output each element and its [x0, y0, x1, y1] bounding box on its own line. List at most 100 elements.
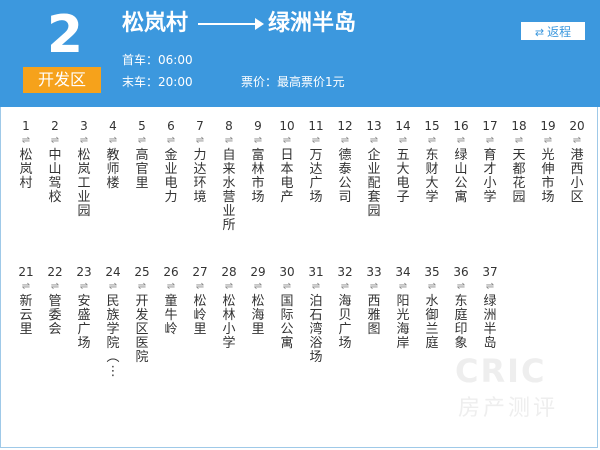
stop-item[interactable]: 37 ⇌ 绿洲半岛: [477, 265, 503, 351]
stop-item[interactable]: 12 ⇌ 德泰公司: [332, 119, 358, 205]
stop-name: 光伸市场: [541, 148, 555, 205]
bidirectional-icon: ⇌: [166, 281, 176, 292]
stop-item[interactable]: 7 ⇌ 力达环境: [187, 119, 213, 205]
stop-number: 25: [134, 265, 150, 279]
bidirectional-icon: ⇌: [50, 135, 60, 146]
stop-item[interactable]: 24 ⇌ 民族学院 ︵ ⋮: [100, 265, 126, 379]
bidirectional-icon: ⇌: [282, 281, 292, 292]
stop-item[interactable]: 17 ⇌ 育才小学: [477, 119, 503, 205]
route-direction: 松岚村 绿洲半岛: [122, 8, 356, 40]
stop-name: 企业配套园: [367, 148, 381, 219]
stop-item[interactable]: 34 ⇌ 阳光海岸: [390, 265, 416, 351]
stop-name: 绿山公寓: [454, 148, 468, 205]
stop-item[interactable]: 16 ⇌ 绿山公寓: [448, 119, 474, 205]
stop-number: 1: [22, 119, 30, 133]
stop-name: 绿洲半岛: [483, 294, 497, 351]
stop-number: 4: [109, 119, 117, 133]
stop-item[interactable]: 2 ⇌ 中山驾校: [42, 119, 68, 205]
stop-number: 37: [482, 265, 498, 279]
stop-number: 21: [18, 265, 34, 279]
bidirectional-icon: ⇌: [79, 281, 89, 292]
bidirectional-icon: ⇌: [340, 281, 350, 292]
stop-number: 26: [163, 265, 179, 279]
return-label: 返程: [547, 25, 572, 39]
stop-number: 20: [569, 119, 585, 133]
stop-item[interactable]: 31 ⇌ 泊石湾浴场: [303, 265, 329, 365]
bidirectional-icon: ⇌: [224, 135, 234, 146]
bidirectional-icon: ⇌: [195, 281, 205, 292]
stop-item[interactable]: 36 ⇌ 东庭印象: [448, 265, 474, 351]
stop-item[interactable]: 33 ⇌ 西雅图: [361, 265, 387, 337]
stop-item[interactable]: 20 ⇌ 港西小区: [564, 119, 590, 205]
stop-number: 9: [254, 119, 262, 133]
stop-name: 东财大学: [425, 148, 439, 205]
stop-name: 育才小学: [483, 148, 497, 205]
stop-name: 教师楼: [106, 148, 120, 191]
stop-item[interactable]: 21 ⇌ 新云里: [13, 265, 39, 337]
route-header: 2 开发区 松岚村 绿洲半岛 首车：06:00 末车：20:00 票价：最高票价1…: [0, 0, 600, 107]
stop-item[interactable]: 3 ⇌ 松岚工业园: [71, 119, 97, 219]
bidirectional-icon: ⇌: [253, 281, 263, 292]
stop-name: 松岭里: [193, 294, 207, 337]
bidirectional-icon: ⇌: [311, 281, 321, 292]
stop-number: 15: [424, 119, 440, 133]
stop-item[interactable]: 11 ⇌ 万达广场: [303, 119, 329, 205]
stop-item[interactable]: 6 ⇌ 金业电力: [158, 119, 184, 205]
stop-item[interactable]: 1 ⇌ 松岚村: [13, 119, 39, 191]
stop-item[interactable]: 29 ⇌ 松海里: [245, 265, 271, 337]
bidirectional-icon: ⇌: [50, 281, 60, 292]
stop-number: 10: [279, 119, 295, 133]
stop-item[interactable]: 25 ⇌ 开发区医院: [129, 265, 155, 365]
bidirectional-icon: ⇌: [456, 281, 466, 292]
stop-name: 港西小区: [570, 148, 584, 205]
stop-item[interactable]: 13 ⇌ 企业配套园: [361, 119, 387, 219]
stop-item[interactable]: 15 ⇌ 东财大学: [419, 119, 445, 205]
stop-number: 7: [196, 119, 204, 133]
stop-item[interactable]: 27 ⇌ 松岭里: [187, 265, 213, 337]
stop-item[interactable]: 22 ⇌ 管委会: [42, 265, 68, 337]
stop-item[interactable]: 10 ⇌ 日本电产: [274, 119, 300, 205]
stop-item[interactable]: 26 ⇌ 童牛岭: [158, 265, 184, 337]
stop-item[interactable]: 8 ⇌ 自来水营业所: [216, 119, 242, 233]
bidirectional-icon: ⇌: [195, 135, 205, 146]
stop-name: 日本电产: [280, 148, 294, 205]
stop-item[interactable]: 5 ⇌ 高官里: [129, 119, 155, 191]
stop-item[interactable]: 14 ⇌ 五大电子: [390, 119, 416, 205]
stop-number: 14: [395, 119, 411, 133]
stop-item[interactable]: 32 ⇌ 海贝广场: [332, 265, 358, 351]
zone-badge: 开发区: [23, 67, 101, 93]
bidirectional-icon: ⇌: [369, 135, 379, 146]
stop-number: 29: [250, 265, 266, 279]
stop-number: 32: [337, 265, 353, 279]
stop-item[interactable]: 30 ⇌ 国际公寓: [274, 265, 300, 351]
stop-number: 28: [221, 265, 237, 279]
stop-item[interactable]: 9 ⇌ 富林市场: [245, 119, 271, 205]
stop-item[interactable]: 18 ⇌ 天都花园: [506, 119, 532, 205]
arrow-right-icon: [198, 18, 265, 30]
stop-number: 35: [424, 265, 440, 279]
stop-number: 27: [192, 265, 208, 279]
stop-item[interactable]: 19 ⇌ 光伸市场: [535, 119, 561, 205]
bidirectional-icon: ⇌: [514, 135, 524, 146]
stop-name: 五大电子: [396, 148, 410, 205]
stop-name: 国际公寓: [280, 294, 294, 351]
last-bus-time: 末车：20:00: [122, 75, 193, 89]
stop-number: 6: [167, 119, 175, 133]
stop-item[interactable]: 35 ⇌ 水御兰庭: [419, 265, 445, 351]
bidirectional-icon: ⇌: [427, 135, 437, 146]
stop-number: 23: [76, 265, 92, 279]
bidirectional-icon: ⇌: [456, 135, 466, 146]
stop-item[interactable]: 28 ⇌ 松林小学: [216, 265, 242, 351]
return-button[interactable]: ⇄ 返程: [520, 21, 586, 41]
bidirectional-icon: ⇌: [137, 135, 147, 146]
stop-name: 开发区医院: [135, 294, 149, 365]
bidirectional-icon: ⇌: [398, 281, 408, 292]
stop-item[interactable]: 4 ⇌ 教师楼: [100, 119, 126, 191]
fare-info: 票价：最高票价1元: [241, 75, 345, 89]
stop-name: 高官里: [135, 148, 149, 191]
stop-number: 17: [482, 119, 498, 133]
bidirectional-icon: ⇌: [282, 135, 292, 146]
stop-number: 34: [395, 265, 411, 279]
stop-item[interactable]: 23 ⇌ 安盛广场: [71, 265, 97, 351]
stop-number: 12: [337, 119, 353, 133]
